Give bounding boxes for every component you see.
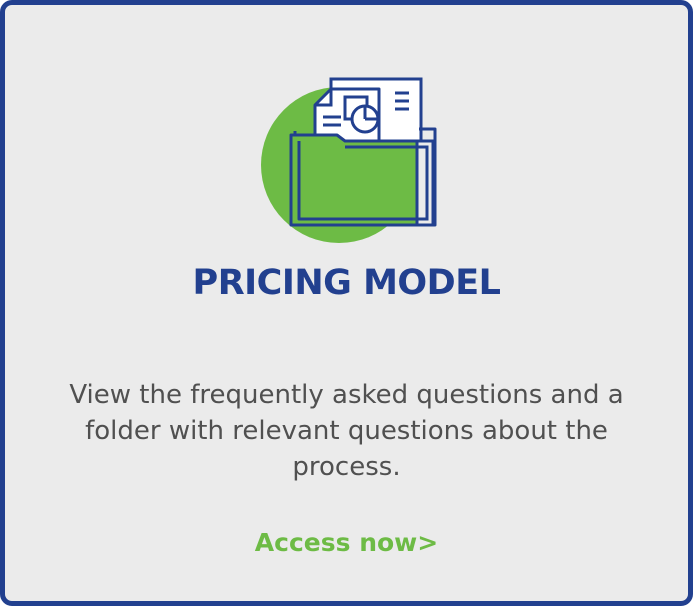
access-now-link[interactable]: Access now> <box>5 528 688 557</box>
pricing-model-card: PRICING MODEL View the frequently asked … <box>0 0 693 606</box>
folder-with-documents-icon <box>261 77 437 243</box>
card-description: View the frequently asked questions and … <box>69 380 624 482</box>
card-title: PRICING MODEL <box>192 263 501 303</box>
